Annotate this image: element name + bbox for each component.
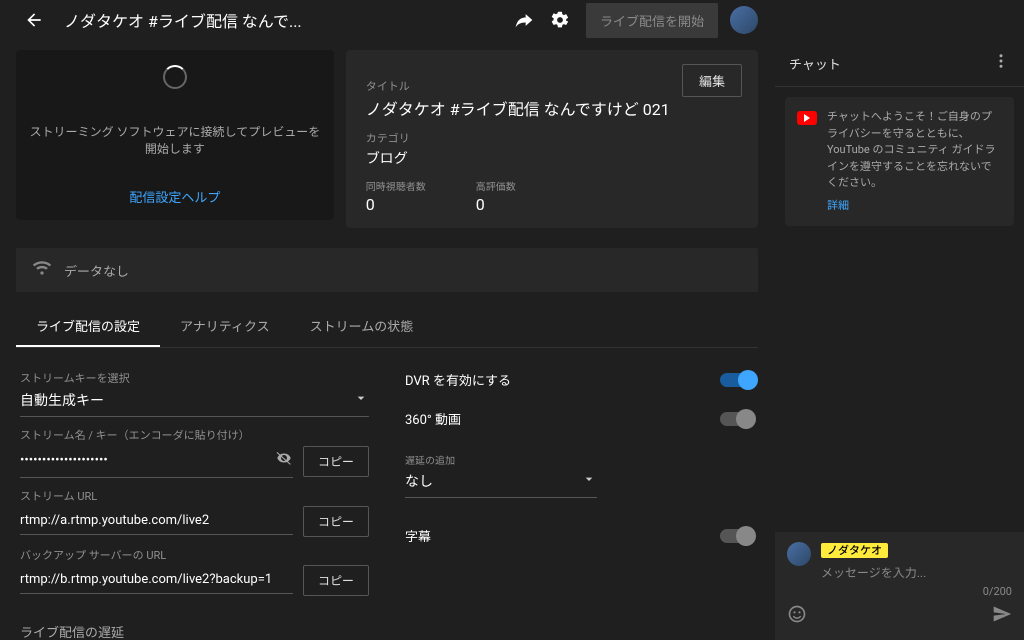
copy-url-button[interactable]: コピー	[303, 506, 369, 537]
chat-details-link[interactable]: 詳細	[827, 198, 1002, 215]
delay-label: 遅延の追加	[405, 452, 754, 467]
tabs: ライブ配信の設定 アナリティクス ストリームの状態	[16, 306, 758, 348]
likes-count: 0	[476, 195, 516, 214]
copy-backup-button[interactable]: コピー	[303, 565, 369, 596]
stream-key-select-value: 自動生成キー	[20, 390, 104, 410]
tab-settings[interactable]: ライブ配信の設定	[16, 306, 160, 347]
v360-toggle-label: 360° 動画	[405, 409, 461, 428]
dvr-toggle[interactable]	[720, 373, 754, 387]
chevron-down-icon	[581, 471, 597, 491]
stream-title: ノダタケオ #ライブ配信 なんですけど 021	[366, 96, 738, 120]
likes-label: 高評価数	[476, 178, 516, 193]
no-data-text: データなし	[64, 261, 129, 280]
backup-url-label: バックアップ サーバーの URL	[20, 547, 369, 563]
copy-key-button[interactable]: コピー	[303, 446, 369, 477]
chat-notice-text: チャットへようこそ！ご自身のプライバシーを守るとともに、YouTube のコミュ…	[827, 110, 996, 189]
stream-key-select[interactable]: 自動生成キー	[20, 386, 369, 417]
viewers-label: 同時視聴者数	[366, 178, 426, 193]
delay-value: なし	[405, 471, 433, 491]
category-value: ブログ	[366, 148, 738, 168]
stream-url-label: ストリーム URL	[20, 488, 369, 504]
stream-metadata-panel: 編集 タイトル ノダタケオ #ライブ配信 なんですけど 021 カテゴリ ブログ…	[346, 50, 758, 228]
stream-key-field-label: ストリーム名 / キー（エンコーダに貼り付け）	[20, 427, 369, 443]
preview-message: ストリーミング ソフトウェアに接続してプレビューを開始します	[26, 123, 324, 157]
tab-analytics[interactable]: アナリティクス	[160, 306, 290, 347]
edit-button[interactable]: 編集	[682, 64, 742, 97]
send-button[interactable]	[992, 604, 1012, 628]
stream-key-masked: ••••••••••••••••••••	[20, 453, 108, 468]
back-button[interactable]	[16, 2, 52, 38]
stream-url-value: rtmp://a.rtmp.youtube.com/live2	[20, 513, 209, 528]
latency-section-title: ライブ配信の遅延	[20, 622, 369, 640]
avatar[interactable]	[730, 6, 758, 34]
youtube-icon	[797, 111, 817, 125]
page-title: ノダタケオ #ライブ配信 なんで...	[64, 8, 506, 32]
share-button[interactable]	[506, 2, 542, 38]
backup-url-value: rtmp://b.rtmp.youtube.com/live2?backup=1	[20, 572, 272, 587]
chat-header: チャット	[789, 54, 841, 73]
chat-more-button[interactable]	[992, 52, 1010, 74]
chat-message-input[interactable]: メッセージを入力...	[821, 564, 1012, 581]
start-stream-button[interactable]: ライブ配信を開始	[586, 3, 718, 38]
chat-char-counter: 0/200	[787, 585, 1012, 598]
dvr-toggle-label: DVR を有効にする	[405, 370, 511, 389]
stream-help-link[interactable]: 配信設定ヘルプ	[129, 187, 220, 206]
stream-url-input[interactable]: rtmp://a.rtmp.youtube.com/live2	[20, 509, 293, 535]
emoji-button[interactable]	[787, 604, 807, 628]
category-label: カテゴリ	[366, 130, 738, 146]
chevron-down-icon	[353, 390, 369, 410]
captions-toggle-label: 字幕	[405, 526, 431, 545]
stream-key-input[interactable]: ••••••••••••••••••••	[20, 445, 293, 478]
stream-key-select-label: ストリームキーを選択	[20, 370, 369, 386]
preview-panel: ストリーミング ソフトウェアに接続してプレビューを開始します 配信設定ヘルプ	[16, 50, 334, 220]
v360-toggle[interactable]	[720, 412, 754, 426]
backup-url-input[interactable]: rtmp://b.rtmp.youtube.com/live2?backup=1	[20, 568, 293, 594]
loading-spinner-icon	[163, 65, 187, 89]
chat-username: ノダタケオ	[821, 543, 888, 558]
viewers-count: 0	[366, 195, 426, 214]
chat-avatar	[787, 542, 811, 566]
delay-select[interactable]: なし	[405, 467, 597, 498]
chat-notice: チャットへようこそ！ご自身のプライバシーを守るとともに、YouTube のコミュ…	[785, 97, 1014, 226]
wifi-icon	[32, 258, 52, 282]
captions-toggle[interactable]	[720, 529, 754, 543]
no-data-bar: データなし	[16, 248, 758, 292]
tab-stream-status[interactable]: ストリームの状態	[290, 306, 434, 347]
visibility-off-icon[interactable]	[275, 449, 293, 471]
settings-button[interactable]	[542, 2, 578, 38]
